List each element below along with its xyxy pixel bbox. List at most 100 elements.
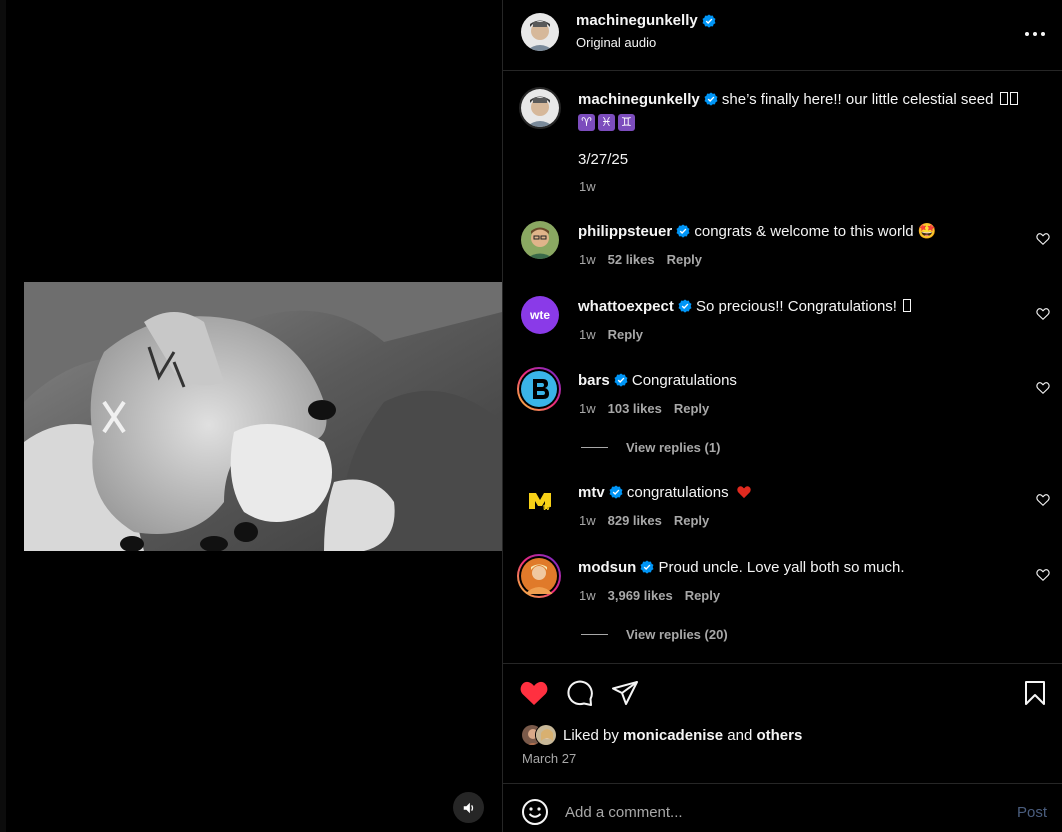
commenter-avatar-story-ring[interactable] [517,367,561,411]
comment-age: 1w [579,327,596,342]
comment-body: Congratulations [631,372,737,389]
speaker-icon [463,802,473,813]
liked-by-user-link[interactable]: monicadenise [623,727,723,744]
verified-badge-icon [609,485,623,499]
reply-button[interactable]: Reply [674,401,709,416]
author-name-row: machinegunkelly [576,12,716,29]
red-heart-emoji-icon [737,486,751,499]
like-comment-heart-icon[interactable] [1036,493,1050,507]
caption-body: she’s finally here!! our little celestia… [721,91,994,108]
like-comment-heart-icon[interactable] [1036,232,1050,246]
commenter-avatar[interactable] [521,221,559,259]
paper-plane-icon [612,681,638,705]
comments-list[interactable]: machinegunkelly she’s finally here!! our… [503,72,1062,663]
comment-likes[interactable]: 52 likes [608,252,655,267]
comment-input[interactable] [565,797,985,827]
commenter-username[interactable]: bars [578,372,610,389]
verified-badge-icon [640,560,654,574]
comment-meta: 1w 103 likes Reply [579,401,709,416]
view-replies-line [581,634,608,635]
comment-likes[interactable]: 103 likes [608,401,662,416]
share-button[interactable] [610,678,640,708]
view-replies-label: View replies (20) [626,627,728,642]
comment-meta: 1w Reply [579,327,643,342]
mute-toggle-button[interactable] [453,792,484,823]
caption-date: 3/27/25 [578,151,629,168]
commenter-username[interactable]: whattoexpect [578,298,674,315]
view-replies-line [581,447,608,448]
comment-body: congratulations [626,484,729,501]
like-button[interactable] [519,678,549,708]
reply-button[interactable]: Reply [685,588,720,603]
more-options-button[interactable] [1021,22,1049,46]
aries-zodiac-icon: ♈ [578,114,595,131]
pisces-zodiac-icon: ♓ [598,114,615,131]
emoji-icon[interactable] [521,798,549,826]
comment-body: Proud uncle. Love yall both so much. [658,559,905,576]
comment-likes[interactable]: 3,969 likes [608,588,673,603]
liked-by-joiner: and [727,726,753,744]
like-comment-heart-icon[interactable] [1036,568,1050,582]
left-edge-strip [0,0,6,832]
author-username[interactable]: machinegunkelly [576,12,698,29]
comment-meta: 1w 3,969 likes Reply [579,588,720,603]
commenter-avatar[interactable]: tv [521,482,559,520]
more-options-icon [1025,32,1045,36]
post-header: machinegunkelly Original audio [503,0,1062,71]
emoji-placeholder-glyph [1009,92,1018,105]
view-replies-button[interactable]: View replies (20) [581,627,728,642]
commenter-username[interactable]: mtv [578,484,605,501]
reply-button[interactable]: Reply [674,513,709,528]
post-details-pane: machinegunkelly Original audio machinegu… [502,0,1062,832]
like-comment-heart-icon[interactable] [1036,307,1050,321]
comment-age: 1w [579,252,596,267]
heart-filled-icon [520,681,548,705]
post-action-bar: Liked by monicadenise and others March 2… [503,663,1062,783]
caption-username[interactable]: machinegunkelly [578,91,700,108]
reply-button[interactable]: Reply [667,252,702,267]
author-avatar[interactable] [521,13,559,51]
add-comment-bar: Post [503,783,1062,832]
verified-badge-icon [614,373,628,387]
svg-text:tv: tv [543,503,551,512]
gemini-zodiac-icon: ♊ [618,114,635,131]
liked-by-others-link[interactable]: others [756,727,802,744]
audio-label[interactable]: Original audio [576,35,656,50]
video-frame-image [24,282,502,551]
comment-bubble-icon [567,680,593,706]
verified-badge-icon [678,299,692,313]
liked-by-prefix: Liked by [563,726,619,744]
comment-age: 1w [579,588,596,603]
post-date[interactable]: March 27 [522,751,576,766]
caption-author-avatar[interactable] [519,87,561,129]
comment-text: whattoexpect So precious!! Congratulatio… [578,297,1018,317]
comment-text: bars Congratulations [578,371,1018,391]
commenter-avatar-story-ring[interactable] [517,554,561,598]
emoji-placeholder-glyph [999,92,1008,105]
liker-avatar[interactable] [535,724,557,746]
view-replies-button[interactable]: View replies (1) [581,440,720,455]
like-comment-heart-icon[interactable] [1036,381,1050,395]
commenter-username[interactable]: modsun [578,559,636,576]
commenter-username[interactable]: philippsteuer [578,223,672,240]
liked-by-text: Liked by monicadenise and others [563,727,802,744]
post-comment-button[interactable]: Post [1017,804,1047,821]
comment-button[interactable] [565,678,595,708]
caption-text-block: machinegunkelly she’s finally here!! our… [578,90,1018,131]
bookmark-icon [1025,681,1045,705]
comment-text: mtv congratulations [578,483,1018,503]
commenter-avatar [521,371,557,407]
commenter-avatar[interactable]: wte [521,296,559,334]
comment-age: 1w [579,513,596,528]
commenter-avatar [521,558,557,594]
save-button[interactable] [1020,678,1050,708]
comment-body: So precious!! Congratulations! [696,298,897,315]
verified-badge-icon [704,92,718,106]
view-replies-label: View replies (1) [626,440,721,455]
comment-likes[interactable]: 829 likes [608,513,662,528]
comment-meta: 1w 829 likes Reply [579,513,709,528]
verified-badge-icon [676,224,690,238]
comment-text: modsun Proud uncle. Love yall both so mu… [578,558,1018,578]
reply-button[interactable]: Reply [608,327,643,342]
reel-video[interactable] [24,282,502,551]
